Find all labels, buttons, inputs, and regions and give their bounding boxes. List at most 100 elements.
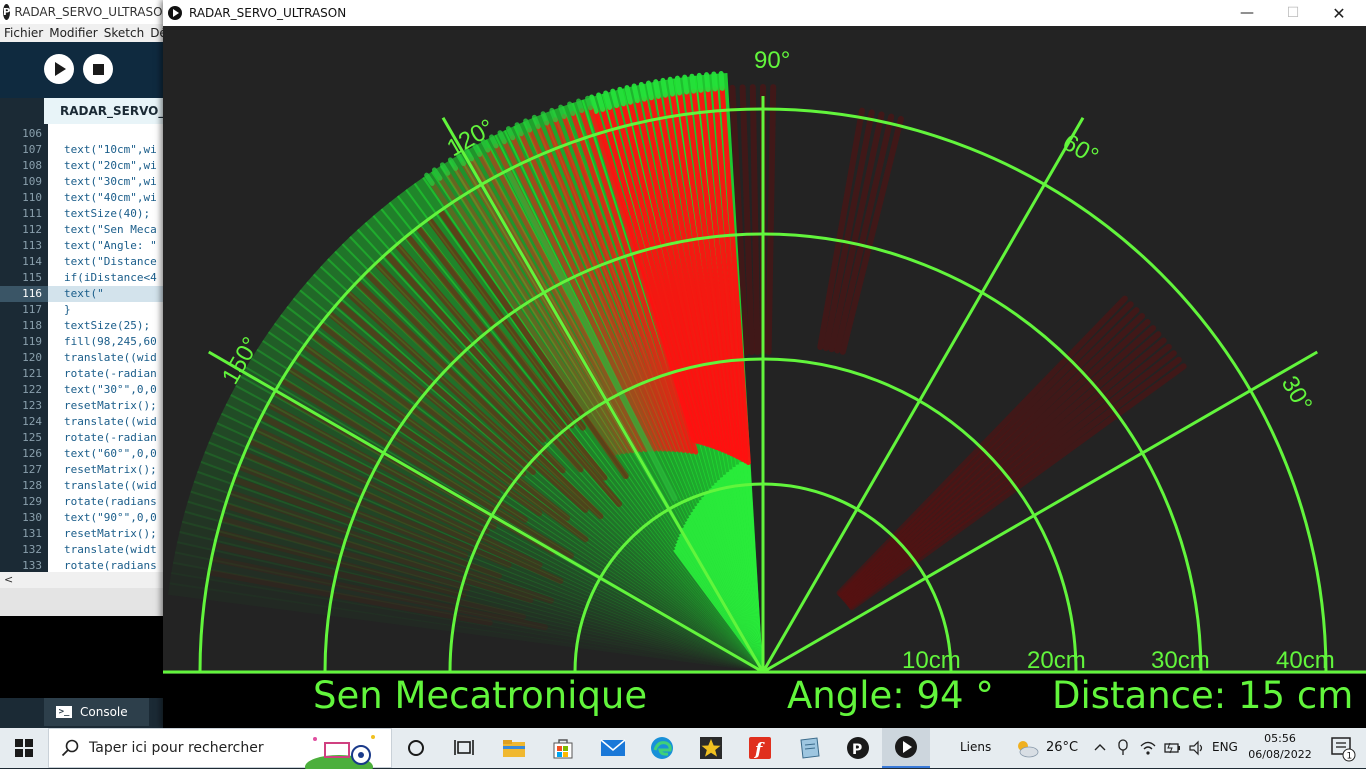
run-button[interactable] (44, 54, 74, 84)
code-line[interactable]: 110 text("40cm",wi (0, 190, 170, 206)
scroll-left-icon[interactable]: < (4, 573, 13, 586)
processing-icon[interactable]: P (842, 732, 874, 764)
volume-icon[interactable] (1188, 740, 1206, 756)
object-echo (567, 101, 576, 116)
sketch-tab[interactable]: RADAR_SERVO_U (44, 98, 170, 124)
line-number: 120 (22, 351, 42, 364)
line-number: 111 (22, 207, 42, 220)
horizontal-scrollbar[interactable]: < (0, 572, 170, 588)
code-line[interactable]: 132 translate(widt (0, 542, 170, 558)
foxit-icon[interactable]: f (744, 732, 776, 764)
radar-window-title: RADAR_SERVO_ULTRASON (189, 6, 347, 20)
notes-icon[interactable] (793, 732, 825, 764)
code-line[interactable]: 117} (0, 302, 170, 318)
clock-time: 05:56 (1264, 732, 1296, 745)
weather-icon[interactable] (1014, 738, 1040, 758)
processing-sketch-icon (168, 6, 182, 20)
console-tab[interactable]: >_ Console (44, 698, 149, 726)
menu-modifier[interactable]: Modifier (49, 26, 98, 40)
line-number: 110 (22, 191, 42, 204)
minimize-button[interactable]: — (1224, 0, 1270, 26)
maximize-button[interactable]: ☐ (1270, 0, 1316, 26)
code-line[interactable]: 120 translate((wid (0, 350, 170, 366)
code-text: translate((wid (64, 351, 157, 364)
code-text: resetMatrix(); (64, 399, 157, 412)
cortana-icon[interactable] (400, 732, 432, 764)
code-line[interactable]: 106 (0, 126, 170, 142)
meet-now-icon[interactable] (1116, 739, 1130, 757)
code-line[interactable]: 112 text("Sen Meca (0, 222, 170, 238)
code-line[interactable]: 122 text("30°",0,0 (0, 382, 170, 398)
notification-center-icon[interactable]: 1 (1328, 734, 1356, 762)
edge-icon[interactable] (646, 732, 678, 764)
code-line[interactable]: 127 resetMatrix(); (0, 462, 170, 478)
object-echo (549, 107, 558, 123)
line-number: 115 (22, 271, 42, 284)
code-line[interactable]: 108 text("20cm",wi (0, 158, 170, 174)
code-line[interactable]: 124 translate((wid (0, 414, 170, 430)
code-line[interactable]: 119 fill(98,245,60 (0, 334, 170, 350)
code-text: rotate(-radian (64, 367, 157, 380)
close-button[interactable]: ✕ (1316, 0, 1362, 26)
task-view-icon[interactable] (448, 732, 480, 764)
code-line[interactable]: 126 text("60°",0,0 (0, 446, 170, 462)
line-number: 109 (22, 175, 42, 188)
chevron-up-icon[interactable] (1094, 742, 1106, 752)
radar-title-bar[interactable]: RADAR_SERVO_ULTRASON — ☐ ✕ (163, 0, 1366, 26)
search-placeholder: Taper ici pour rechercher (89, 740, 264, 756)
start-button[interactable] (0, 728, 48, 768)
processing-sketch-taskbar-icon[interactable] (882, 728, 930, 768)
clock[interactable]: 05:56 06/08/2022 (1244, 731, 1316, 763)
code-line[interactable]: 129 rotate(radians (0, 494, 170, 510)
code-line[interactable]: 115 if(iDistance<4 (0, 270, 170, 286)
search-highlight-icon (305, 735, 375, 769)
code-line[interactable]: 128 translate((wid (0, 478, 170, 494)
mail-icon[interactable] (597, 732, 629, 764)
line-number: 113 (22, 239, 42, 252)
code-line[interactable]: 113 text("Angle: " (0, 238, 170, 254)
ide-toolbar (0, 42, 170, 98)
line-number: 106 (22, 127, 42, 140)
code-text: resetMatrix(); (64, 463, 157, 476)
line-number: 118 (22, 319, 42, 332)
file-explorer-icon[interactable] (498, 732, 530, 764)
taskbar-search[interactable]: Taper ici pour rechercher (48, 728, 392, 769)
search-icon (61, 739, 79, 757)
code-line[interactable]: 130 text("90°",0,0 (0, 510, 170, 526)
line-number: 124 (22, 415, 42, 428)
ide-title-bar[interactable]: P RADAR_SERVO_ULTRASON (0, 0, 172, 24)
line-number: 126 (22, 447, 42, 460)
object-echo (638, 81, 647, 102)
stop-button[interactable] (83, 54, 113, 84)
code-line[interactable]: 111 textSize(40); (0, 206, 170, 222)
menu-sketch[interactable]: Sketch (104, 26, 144, 40)
links-toolbar[interactable]: Liens (960, 740, 991, 754)
code-line[interactable]: 109 text("30cm",wi (0, 174, 170, 190)
object-echo (667, 76, 675, 97)
code-line[interactable]: 125 rotate(-radian (0, 430, 170, 446)
wifi-icon[interactable] (1140, 740, 1156, 756)
code-text: text(" (64, 287, 104, 300)
star-app-icon[interactable] (695, 732, 727, 764)
object-echo (653, 79, 661, 99)
code-line[interactable]: 107 text("10cm",wi (0, 142, 170, 158)
code-line[interactable]: 123 resetMatrix(); (0, 398, 170, 414)
code-line[interactable]: 131 resetMatrix(); (0, 526, 170, 542)
code-text: text("Distance (64, 255, 157, 268)
object-echo (540, 111, 550, 126)
distance-readout: Distance: 15 cm (1052, 674, 1353, 717)
battery-icon[interactable] (1164, 740, 1182, 756)
weather-temperature[interactable]: 26°C (1046, 740, 1078, 755)
language-indicator[interactable]: ENG (1212, 740, 1238, 754)
line-number: 132 (22, 543, 42, 556)
code-line[interactable]: 114 text("Distance (0, 254, 170, 270)
code-line[interactable]: 118 textSize(25); (0, 318, 170, 334)
menu-fichier[interactable]: Fichier (4, 26, 43, 40)
code-line[interactable]: 116 text(" (0, 286, 170, 302)
store-icon[interactable] (547, 732, 579, 764)
system-tray: Liens 26°C ENG 05:56 06/08/2022 1 (944, 728, 1366, 768)
code-line[interactable]: 121 rotate(-radian (0, 366, 170, 382)
object-echo (617, 86, 626, 107)
console-icon: >_ (56, 706, 72, 718)
